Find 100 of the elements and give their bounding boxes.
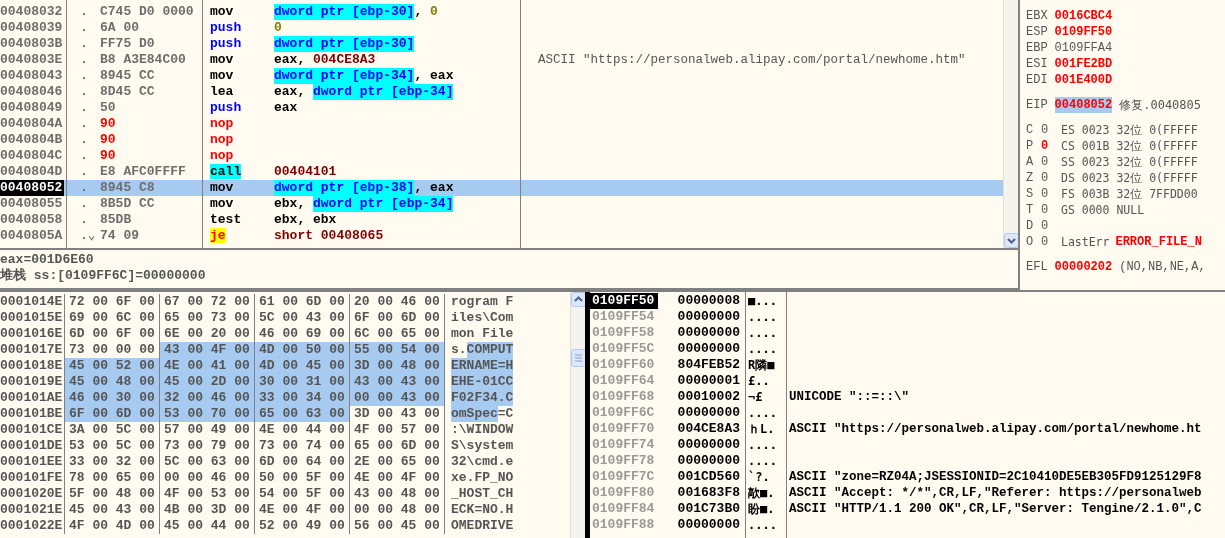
ascii-text: mon File [451, 326, 514, 342]
hex-bytes: 54 00 5F 00 [254, 486, 349, 502]
flag-name: P [1026, 138, 1035, 154]
stack-comment: UNICODE "::=::\" [788, 389, 910, 405]
hex-bytes: 00 00 46 00 [159, 470, 254, 486]
operand: , [414, 4, 424, 20]
segment-info: ES 0023 32位 0(FFFFF [1061, 122, 1198, 138]
stack-address[interactable]: 0109FF70 [590, 421, 658, 437]
stack-address[interactable]: 0109FF7C [590, 469, 658, 485]
instruction-row[interactable]: . 90 nop [64, 148, 1003, 164]
hex-bytes: 65 00 73 00 [159, 310, 254, 326]
stack-ascii: 歊■. [747, 485, 776, 501]
hex-bytes: 43 00 48 00 [349, 486, 444, 502]
instruction-row[interactable]: .⌄ 74 09 je short 00408065 [64, 228, 1003, 244]
stack-address[interactable]: 0109FF58 [590, 325, 658, 341]
flag-bit[interactable]: 0 [1041, 122, 1061, 138]
marker-cell-text: . [79, 100, 89, 116]
flag-bit[interactable]: 0 [1041, 170, 1061, 186]
hex-bytes: 4F 00 57 00 [349, 422, 444, 438]
marker-cell-text: . [79, 148, 89, 164]
operand: , [414, 68, 424, 84]
instruction-row[interactable]: . 50 push eax [64, 100, 1003, 116]
stack-ascii: £.. [747, 373, 771, 389]
address-cell: 0001017E [0, 342, 64, 358]
address-cell: 0040805A [0, 228, 64, 244]
hex-bytes: 3D 00 43 00 [349, 406, 444, 422]
register-value[interactable]: 0109FF50 [1054, 24, 1113, 40]
hex-bytes: 43 00 4F 00 [159, 342, 254, 358]
address-cell: 0040804A [0, 116, 64, 132]
instruction-row[interactable]: . 90 nop [64, 132, 1003, 148]
register-value[interactable]: 0016CBC4 [1054, 8, 1113, 24]
stack-address[interactable]: 0109FF68 [590, 389, 658, 405]
register-value[interactable]: 001E400D [1054, 72, 1113, 88]
ascii-text: s. [451, 342, 467, 358]
flag-name: D [1026, 218, 1035, 234]
mnemonic: lea [210, 84, 234, 99]
ascii-text: iles\Com [451, 310, 514, 326]
operand: 00408065 [320, 228, 384, 244]
stack-address[interactable]: 0109FF50 [590, 293, 658, 309]
stack-address[interactable]: 0109FF54 [590, 309, 658, 325]
instruction-row[interactable]: . 8945 CC mov dword ptr [ebp-34], eax [64, 68, 1003, 84]
ascii-text: =C [497, 406, 514, 422]
instruction-row[interactable]: . 90 nop [64, 116, 1003, 132]
hex-bytes: 6F 00 6D 00 [64, 406, 159, 422]
flag-bit[interactable]: 0 [1041, 218, 1061, 234]
scrollbar[interactable] [1003, 0, 1018, 248]
marker-cell-text: . [79, 212, 89, 228]
mnemonic: push [210, 100, 242, 115]
stack-address[interactable]: 0109FF64 [590, 373, 658, 389]
stack-address[interactable]: 0109FF84 [590, 501, 658, 517]
mnemonic: je [210, 228, 226, 243]
stack-ascii: .... [747, 325, 778, 341]
stack-address[interactable]: 0109FF5C [590, 341, 658, 357]
flag-bit[interactable]: 0 [1041, 138, 1061, 154]
flag-bit[interactable]: 0 [1041, 186, 1061, 202]
address-cell: 00408049 [0, 100, 64, 116]
hex-bytes: 53 00 70 00 [159, 406, 254, 422]
register-value[interactable]: 00000202 [1054, 259, 1113, 275]
ascii-text: EHE-01CC [451, 374, 514, 390]
ascii-text: rogram F [451, 294, 514, 310]
stack-address[interactable]: 0109FF88 [590, 517, 658, 533]
hex-bytes: 50 00 5F 00 [254, 470, 349, 486]
error-text: ERROR_FILE_N [1115, 234, 1202, 250]
scroll-up-icon[interactable] [570, 292, 586, 307]
instruction-row[interactable]: . 8945 C8 mov dword ptr [ebp-38], eax [64, 180, 1003, 196]
stack-address[interactable]: 0109FF60 [590, 357, 658, 373]
stack-address[interactable]: 0109FF74 [590, 437, 658, 453]
hex-bytes: 30 00 31 00 [254, 374, 349, 390]
instruction-row[interactable]: . 8D45 CC lea eax, dword ptr [ebp-34] [64, 84, 1003, 100]
operand: 00404101 [274, 164, 337, 180]
flag-bit[interactable]: 0 [1041, 234, 1061, 250]
address-cell: 0001020E [0, 486, 64, 502]
instruction-row[interactable]: . E8 AFC0FFFF call 00404101 [64, 164, 1003, 180]
hex-bytes: 4E 00 44 00 [254, 422, 349, 438]
instruction-row[interactable]: . 6A 00 push 0 [64, 20, 1003, 36]
register-value[interactable]: 001FE2BD [1054, 56, 1113, 72]
flag-name: O [1026, 234, 1035, 250]
scrollbar[interactable] [570, 292, 585, 538]
bytes-cell-text: B8 A3E84C00 [100, 52, 187, 68]
ascii-text: ECK=NO.H [451, 502, 514, 518]
address-cell: 0001018E [0, 358, 64, 374]
register-value[interactable]: 0109FFA4 [1054, 40, 1113, 56]
instruction-row[interactable]: . 85DB test ebx, ebx [64, 212, 1003, 228]
instruction-row[interactable]: . C745 D0 0000 mov dword ptr [ebp-30], 0 [64, 4, 1003, 20]
mnemonic: mov [210, 196, 234, 211]
stack-address[interactable]: 0109FF78 [590, 453, 658, 469]
marker-cell-text: . [79, 164, 89, 180]
scroll-down-icon[interactable] [1003, 233, 1019, 248]
segment-info: LastErr [1061, 234, 1110, 250]
flag-bit[interactable]: 0 [1041, 202, 1061, 218]
instruction-row[interactable]: . 8B5D CC mov ebx, dword ptr [ebp-34] [64, 196, 1003, 212]
instruction-row[interactable]: . B8 A3E84C00 mov eax, 004CE8A3 ASCII "https://personalweb.alipay.com/portal/newhome.htm" [64, 52, 1003, 68]
operand: dword ptr [ebp-34] [313, 84, 454, 100]
stack-address[interactable]: 0109FF80 [590, 485, 658, 501]
stack-address[interactable]: 0109FF6C [590, 405, 658, 421]
instruction-row[interactable]: . FF75 D0 push dword ptr [ebp-30] [64, 36, 1003, 52]
address-cell: 0040803B [0, 36, 64, 52]
scroll-thumb-icon[interactable] [570, 348, 586, 367]
flag-bit[interactable]: 0 [1041, 154, 1061, 170]
address-cell: 0040804D [0, 164, 64, 180]
